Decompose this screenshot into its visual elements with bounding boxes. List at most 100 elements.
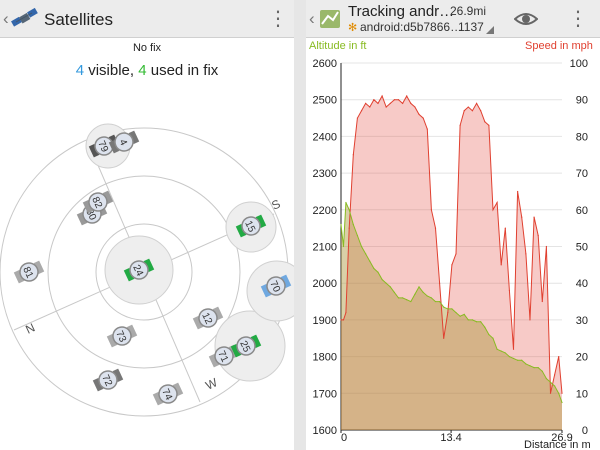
altitude-tick-label: 2600: [313, 58, 337, 70]
speed-point: [521, 216, 523, 218]
speed-tick-label: 80: [576, 131, 588, 143]
tracking-screen: ‹ Tracking andr… ✻ android:d5b7866… 26.9…: [306, 0, 600, 450]
altitude-point: [475, 321, 478, 323]
speed-tick-label: 0: [582, 425, 588, 437]
speed-tick-label: 20: [576, 352, 588, 364]
altitude-point: [418, 286, 420, 288]
altitude-point: [512, 357, 515, 360]
altitude-point: [381, 278, 383, 281]
altitude-point: [561, 401, 563, 404]
speed-point: [365, 102, 367, 104]
speed-point: [426, 128, 428, 130]
speed-point: [554, 374, 556, 376]
altitude-point: [434, 300, 437, 303]
speed-point: [492, 209, 494, 211]
speed-point: [385, 106, 387, 108]
altitude-point: [508, 356, 511, 358]
speed-point: [377, 102, 379, 104]
altitude-tick-label: 2500: [313, 95, 337, 107]
altitude-tick-label: 2300: [313, 168, 337, 180]
altitude-point: [545, 378, 547, 380]
altitude-point: [504, 352, 506, 354]
altitude-point: [549, 381, 552, 383]
altitude-point: [345, 201, 347, 204]
altitude-point: [451, 308, 453, 310]
satellite-marker[interactable]: 73: [106, 322, 139, 350]
speed-tick-label: 60: [576, 205, 588, 217]
altitude-point: [521, 359, 523, 361]
speed-point: [558, 356, 560, 358]
altitude-point: [443, 306, 445, 308]
altitude-point: [467, 319, 469, 321]
speed-point: [406, 95, 408, 97]
overflow-menu-icon[interactable]: ⋮: [268, 8, 288, 30]
altitude-point: [393, 291, 396, 293]
altitude-point: [463, 313, 465, 315]
altitude-tick-label: 1800: [313, 352, 337, 364]
speed-point: [397, 99, 400, 101]
speed-point: [360, 110, 363, 112]
distance-tick-label: 0: [341, 432, 347, 444]
speed-point: [348, 227, 350, 229]
fix-status: No fix: [132, 42, 162, 54]
speed-point: [389, 102, 391, 104]
altitude-point: [517, 359, 519, 361]
page-title: Satellites: [44, 10, 113, 29]
speed-point: [430, 209, 432, 211]
distance-tick-label: 26.9: [551, 432, 572, 444]
altitude-point: [541, 370, 543, 372]
altitude-point: [342, 245, 345, 248]
altitude-point: [365, 253, 367, 255]
speed-point: [459, 124, 461, 126]
up-chevron-icon[interactable]: ‹: [3, 9, 9, 29]
altitude-point: [410, 300, 412, 303]
altitude-point: [352, 223, 354, 226]
speed-point: [342, 319, 345, 321]
satellites-screen: ‹ Satellites ⋮ No fix 4 visible, 4 used …: [0, 0, 294, 450]
speed-point: [500, 264, 502, 266]
speed-point: [455, 253, 457, 255]
action-bar: ‹ Satellites ⋮: [0, 0, 294, 38]
speed-point: [381, 95, 383, 97]
speed-point: [434, 227, 437, 229]
speed-tick-label: 50: [576, 242, 588, 254]
satellite-marker[interactable]: 74: [152, 380, 185, 408]
altitude-point: [430, 297, 432, 299]
speed-point: [533, 216, 535, 218]
speed-point: [418, 113, 420, 115]
speed-point: [471, 110, 474, 112]
satellite-marker[interactable]: 81: [13, 258, 46, 286]
speed-tick-label: 10: [576, 388, 588, 400]
altitude-point: [438, 300, 441, 303]
compass-north: N: [23, 320, 37, 336]
satellite-count-line: 4 visible, 4 used in fix: [0, 62, 294, 79]
screenshot-root: ‹ Satellites ⋮ No fix 4 visible, 4 used …: [0, 0, 600, 450]
altitude-tick-label: 1600: [313, 425, 337, 437]
altitude-point: [377, 271, 379, 273]
used-count: 4: [138, 62, 147, 79]
altitude-point: [385, 282, 387, 284]
altitude-point: [525, 363, 527, 365]
altitude-point: [360, 245, 363, 248]
speed-point: [352, 154, 354, 156]
speed-point: [512, 348, 515, 350]
speed-point: [529, 319, 531, 321]
speed-point: [488, 124, 490, 126]
altitude-point: [554, 385, 556, 387]
altitude-tick-label: 2200: [313, 205, 337, 217]
speed-point: [373, 99, 375, 101]
altitude-point: [471, 319, 474, 321]
speed-tick-label: 30: [576, 315, 588, 327]
altitude-point: [533, 367, 535, 369]
altitude-point: [402, 297, 404, 299]
altitude-point: [422, 291, 424, 293]
altitude-point: [414, 293, 416, 295]
altitude-point: [348, 209, 350, 211]
speed-point: [345, 311, 347, 314]
satellite-marker[interactable]: 72: [92, 366, 125, 394]
altitude-point: [426, 295, 428, 297]
speed-point: [369, 106, 371, 108]
speed-tick-label: 70: [576, 168, 588, 180]
satellite-app-icon[interactable]: [11, 6, 39, 32]
speed-point: [422, 117, 424, 119]
